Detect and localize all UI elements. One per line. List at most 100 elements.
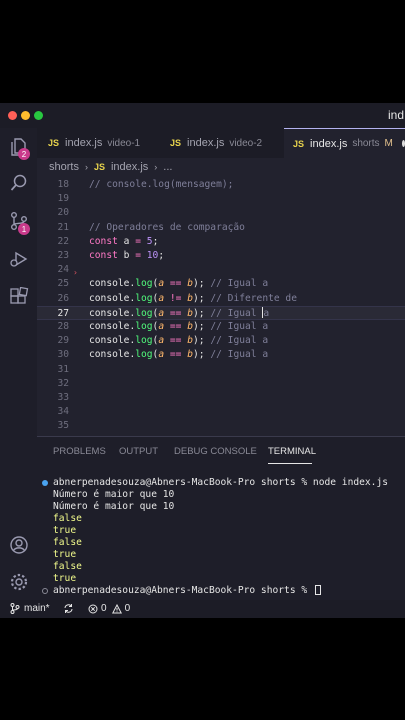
code-line[interactable]: 18 // console.log(mensagem); [37,178,405,192]
tab-debug-console[interactable]: DEBUG CONSOLE [174,446,257,457]
tab-terminal[interactable]: TERMINAL [268,446,316,457]
tab-label: index.js [187,137,225,149]
code-line[interactable]: 32 [37,377,405,391]
code-text: console.log(a == b); // Igual a [89,278,269,290]
tab-label: index.js [65,137,103,149]
code-text: console.log(a == b); // Igual a [89,349,269,361]
code-line[interactable]: 35 [37,419,405,433]
terminal-output-line: false [37,561,405,573]
code-text: // Operadores de comparação [89,221,245,233]
window-title: ind [388,108,405,122]
code-text: console.log(a == b); // Igual a [89,307,270,319]
line-number: 20 [57,207,69,219]
line-number: 19 [57,193,69,205]
chevron-right-icon: › [84,162,88,172]
account-icon[interactable] [8,534,30,556]
line-number: 26 [57,292,69,304]
code-editor[interactable]: › 18// console.log(mensagem); 19 20 21// Op… [37,176,405,436]
extensions-icon[interactable] [8,286,30,308]
minimize-window-button[interactable] [21,111,30,120]
code-line[interactable]: 21 // Operadores de comparação [37,221,405,235]
js-file-icon: JS [293,138,305,149]
search-icon[interactable] [8,172,30,194]
tab-label: index.js [310,137,348,150]
line-number: 34 [57,406,69,418]
breadcrumb: shorts › JS index.js › ... [37,158,405,176]
tab-problems[interactable]: PROBLEMS [53,446,106,457]
branch-icon [10,603,20,614]
code-line[interactable]: 27 console.log(a == b); // Igual a [37,305,405,320]
code-line[interactable]: 26 console.log(a != b); // Diferente de [37,292,405,306]
close-window-button[interactable] [8,111,17,120]
line-number: 22 [57,235,69,247]
line-number: 21 [57,221,69,233]
terminal-text: true [53,573,77,584]
code-line[interactable]: 31 [37,363,405,377]
line-number: 27 [57,307,69,319]
code-text: const b = 10; [89,250,165,261]
explorer-badge: 2 [18,148,30,160]
line-number: 18 [57,179,69,190]
code-text: const a = 5; [89,235,159,247]
terminal-prompt-line: abnerpenadesouza@Abners-MacBook-Pro shor… [37,477,405,489]
code-line[interactable]: 20 [37,206,405,220]
line-number: 28 [57,321,69,332]
tab-index-shorts[interactable]: JS index.js shorts M [284,128,405,158]
code-line[interactable]: 34 [37,405,405,419]
code-line[interactable]: 22 const a = 5; [37,235,405,249]
code-line[interactable]: 19 [37,192,405,206]
settings-gear-icon[interactable] [8,571,30,593]
activity-bar: 2 1 [0,128,37,600]
line-number: 32 [57,377,69,389]
tab-output[interactable]: OUTPUT [119,446,158,457]
problems-indicator[interactable]: 0 0 [88,603,130,614]
tab-description: video-2 [229,137,263,149]
code-line[interactable]: 24 [37,263,405,277]
bottom-panel: PROBLEMS OUTPUT DEBUG CONSOLE TERMINAL a… [37,436,405,600]
warning-icon [111,603,122,613]
active-tab-indicator [268,463,312,464]
command-status-icon[interactable] [42,480,48,486]
run-debug-icon[interactable] [8,248,30,270]
code-line[interactable]: 25 console.log(a == b); // Igual a [37,277,405,291]
line-number: 31 [57,363,69,375]
code-line[interactable]: 29 console.log(a == b); // Igual a [37,334,405,348]
breadcrumb-more[interactable]: ... [163,161,172,173]
breadcrumb-folder[interactable]: shorts [49,161,79,173]
js-file-icon: JS [170,138,182,148]
code-line[interactable]: 23 const b = 10; [37,249,405,263]
command-status-icon[interactable] [42,588,48,594]
editor-tab-bar: JS index.js video-1 JS index.js video-2 … [37,128,405,158]
terminal-text: true [53,525,77,536]
breadcrumb-file[interactable]: index.js [111,161,148,173]
branch-indicator[interactable]: main* [10,603,50,614]
chevron-right-icon: › [154,162,158,172]
tab-description: video-1 [107,137,141,149]
maximize-window-button[interactable] [34,111,43,120]
code-text: // console.log(mensagem); [89,179,234,190]
terminal-output-line: false [37,513,405,525]
terminal-output-line: false [37,537,405,549]
source-control-badge: 1 [18,223,30,235]
terminal-text: abnerpenadesouza@Abners-MacBook-Pro shor… [53,585,313,596]
code-line[interactable]: 33 [37,391,405,405]
terminal-output[interactable]: abnerpenadesouza@Abners-MacBook-Pro shor… [37,477,405,597]
status-bar: main* 0 0 [0,600,405,618]
tab-index-video-1[interactable]: JS index.js video-1 [37,128,156,158]
terminal-cursor [314,585,321,595]
terminal-text: false [53,537,82,548]
code-text: console.log(a != b); // Diferente de [89,292,297,304]
branch-name: main* [24,603,50,614]
code-line[interactable]: 28 console.log(a == b); // Igual a [37,320,405,334]
sync-icon[interactable] [63,603,74,614]
line-number: 29 [57,335,69,347]
code-text: console.log(a == b); // Igual a [89,321,269,332]
terminal-text: false [53,561,82,572]
terminal-text: abnerpenadesouza@Abners-MacBook-Pro shor… [53,477,389,488]
line-number: 25 [57,278,69,290]
terminal-output-line: true [37,573,405,585]
tab-index-video-2[interactable]: JS index.js video-2 [157,128,283,158]
code-line[interactable]: 30 console.log(a == b); // Igual a [37,348,405,362]
tab-description: shorts [352,138,380,149]
panel-tab-bar: PROBLEMS OUTPUT DEBUG CONSOLE TERMINAL [37,437,405,465]
